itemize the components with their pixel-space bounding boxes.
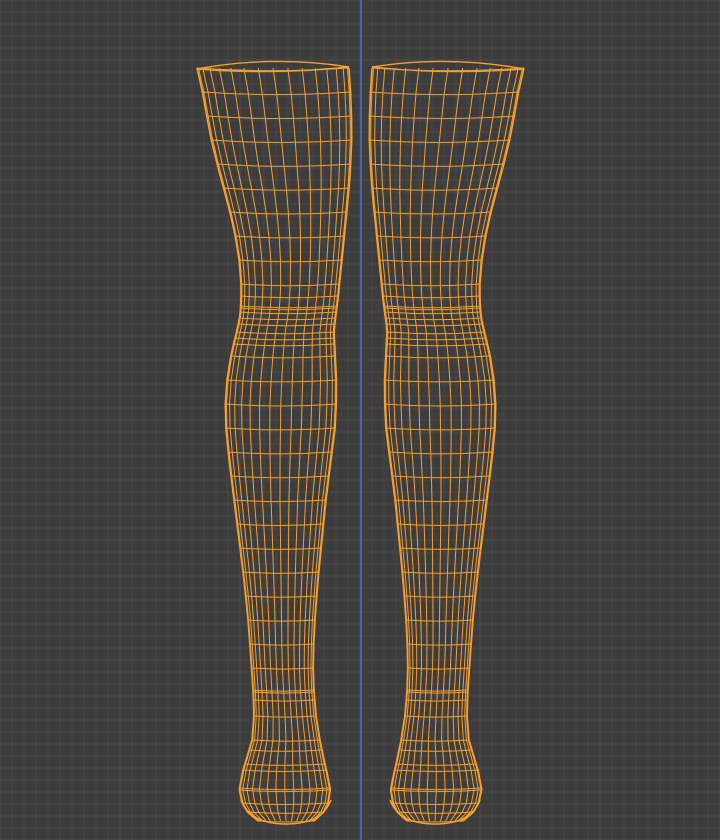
- silhouette-edge: [312, 67, 353, 822]
- edge-column: [409, 67, 428, 822]
- edge-column: [303, 67, 332, 822]
- silhouette-edge: [462, 67, 525, 822]
- edge-column: [243, 67, 276, 822]
- edge-column: [287, 67, 301, 822]
- edge-column: [460, 67, 519, 822]
- silhouette-edge: [196, 67, 259, 822]
- edge-column: [420, 67, 434, 822]
- edge-column: [293, 67, 312, 822]
- edge-column: [445, 67, 478, 822]
- edge-column: [198, 67, 259, 822]
- edge-column: [389, 67, 418, 822]
- silhouette-edge: [368, 67, 409, 822]
- edge-column: [462, 67, 523, 822]
- 3d-viewport[interactable]: [0, 0, 720, 840]
- right-leg-mesh[interactable]: [368, 60, 525, 825]
- edge-column: [272, 67, 292, 822]
- edge-column: [202, 67, 261, 822]
- edge-column: [429, 67, 449, 822]
- mesh-layer: [196, 60, 525, 825]
- left-leg-mesh[interactable]: [196, 60, 353, 825]
- edge-column: [457, 67, 512, 822]
- edge-column: [209, 67, 264, 822]
